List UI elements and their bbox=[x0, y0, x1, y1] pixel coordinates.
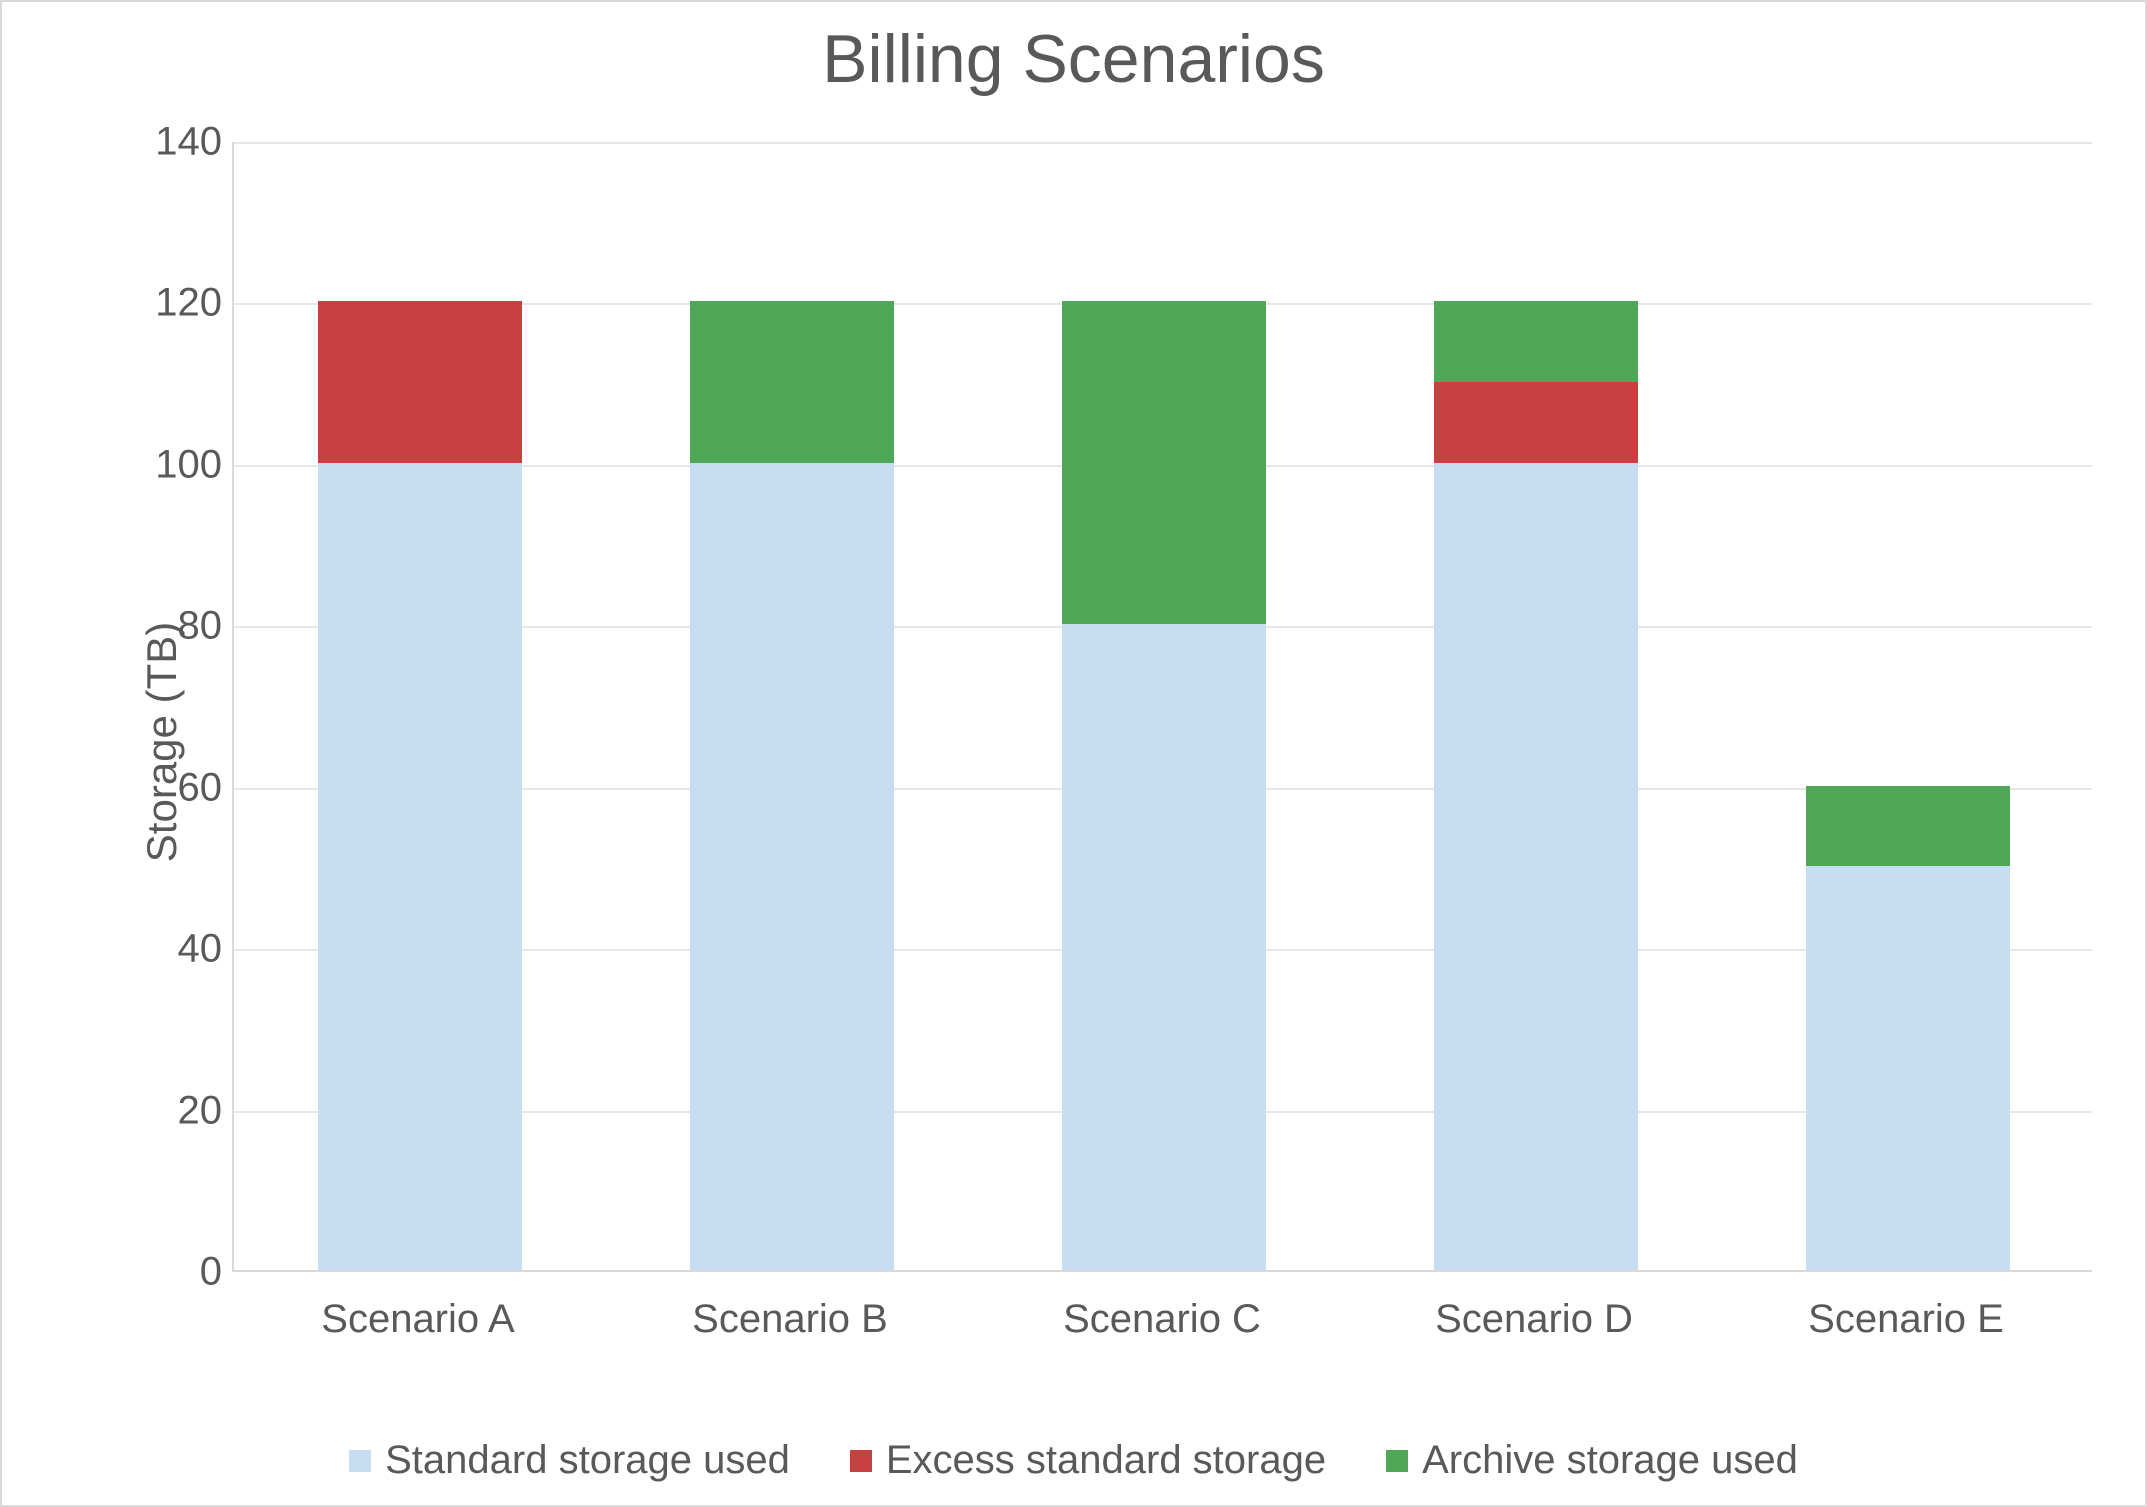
bar-group bbox=[1434, 301, 1639, 1270]
bar-segment bbox=[690, 463, 895, 1270]
grid-line bbox=[234, 142, 2092, 144]
x-tick-label: Scenario C bbox=[1063, 1297, 1261, 1342]
bar-segment bbox=[1062, 624, 1267, 1270]
chart-title: Billing Scenarios bbox=[2, 20, 2145, 98]
y-tick-label: 60 bbox=[112, 765, 222, 810]
y-tick-label: 20 bbox=[112, 1088, 222, 1133]
x-tick-label: Scenario B bbox=[692, 1297, 888, 1342]
y-tick-label: 100 bbox=[112, 442, 222, 487]
y-tick-label: 40 bbox=[112, 927, 222, 972]
bar-group bbox=[318, 301, 523, 1270]
legend-item: Standard storage used bbox=[349, 1438, 790, 1483]
y-tick-label: 0 bbox=[112, 1250, 222, 1295]
legend-swatch bbox=[1386, 1450, 1408, 1472]
bar-segment bbox=[1806, 866, 2011, 1270]
plot-wrap: Storage (TB) 020406080100120140Scenario … bbox=[112, 142, 2092, 1342]
legend-label: Archive storage used bbox=[1422, 1438, 1798, 1483]
legend: Standard storage used Excess standard sto… bbox=[2, 1438, 2145, 1483]
y-tick-label: 140 bbox=[112, 120, 222, 165]
bar-segment bbox=[1434, 301, 1639, 382]
legend-swatch bbox=[349, 1450, 371, 1472]
legend-item: Archive storage used bbox=[1386, 1438, 1798, 1483]
legend-label: Excess standard storage bbox=[886, 1438, 1326, 1483]
bar-segment bbox=[1434, 463, 1639, 1270]
legend-item: Excess standard storage bbox=[850, 1438, 1326, 1483]
x-tick-label: Scenario E bbox=[1808, 1297, 2004, 1342]
y-tick-label: 120 bbox=[112, 281, 222, 326]
bar-segment bbox=[318, 463, 523, 1270]
bar-segment bbox=[1062, 301, 1267, 624]
chart-frame: Billing Scenarios Storage (TB) 0 20 40 60 80… bbox=[0, 0, 2147, 1507]
x-tick-label: Scenario D bbox=[1435, 1297, 1633, 1342]
y-tick-label: 80 bbox=[112, 604, 222, 649]
bar-segment bbox=[1434, 382, 1639, 463]
legend-label: Standard storage used bbox=[385, 1438, 790, 1483]
bar-group bbox=[1806, 786, 2011, 1270]
bar-segment bbox=[690, 301, 895, 462]
y-axis-title: Storage (TB) bbox=[138, 622, 186, 862]
bar-group bbox=[690, 301, 895, 1270]
legend-swatch bbox=[850, 1450, 872, 1472]
x-tick-label: Scenario A bbox=[321, 1297, 514, 1342]
bar-group bbox=[1062, 301, 1267, 1270]
plot-area bbox=[232, 142, 2092, 1272]
bar-segment bbox=[1806, 786, 2011, 867]
bar-segment bbox=[318, 301, 523, 462]
